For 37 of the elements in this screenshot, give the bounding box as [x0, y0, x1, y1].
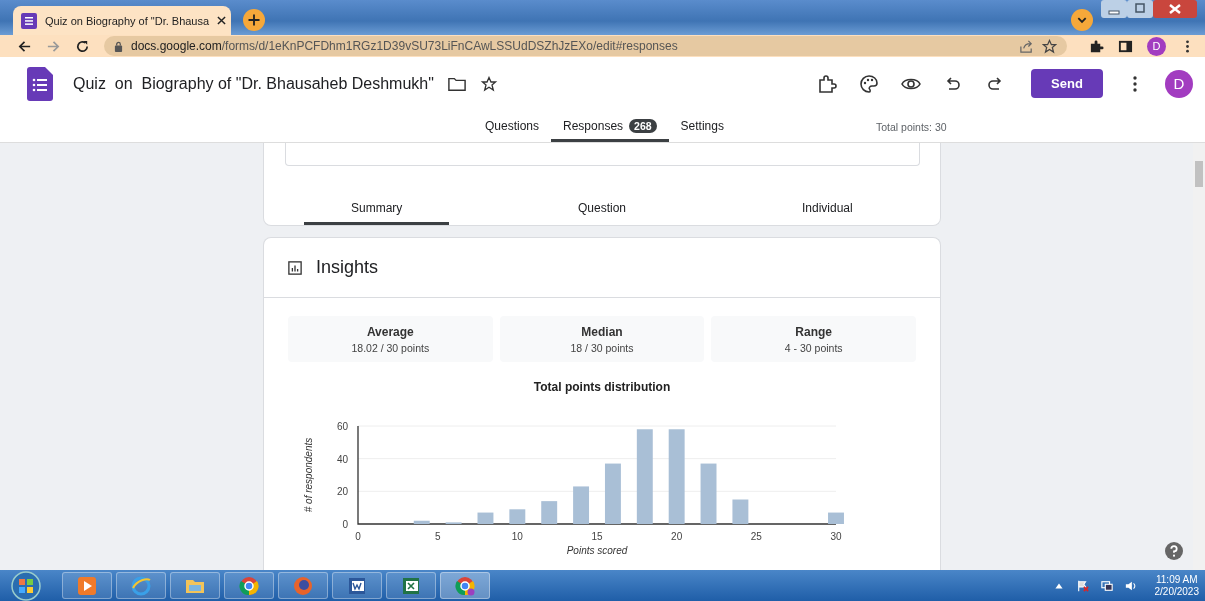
x-tick-label: 0	[355, 531, 361, 542]
tab-label: Responses	[563, 118, 624, 133]
stat-value: 4 - 30 points	[784, 341, 843, 354]
stat-label: Range	[795, 324, 832, 339]
count-badge: 268	[629, 118, 657, 133]
y-tick-label: 60	[336, 421, 348, 432]
account-avatar[interactable]: D	[1165, 69, 1193, 98]
y-axis-label: # of respondents	[303, 437, 314, 513]
profile-avatar[interactable]: D	[1147, 36, 1166, 56]
clock[interactable]: 11:09 AM 2/20/2023	[1154, 573, 1199, 598]
stat-label: Average	[366, 324, 414, 339]
send-button[interactable]: Send	[1031, 69, 1103, 98]
x-tick-label: 15	[591, 531, 603, 542]
form-title[interactable]: Quiz on Biography of "Dr. Bhausaheb Deshmukh"	[73, 74, 434, 93]
response-view-tab[interactable]: Question	[529, 192, 675, 225]
x-tick-label: 5	[434, 531, 441, 542]
x-tick-label: 25	[750, 531, 762, 542]
response-view-tab[interactable]: Summary	[304, 192, 450, 225]
stat-value: 18 / 30 points	[570, 341, 634, 354]
chart-title: Total points distribution	[532, 380, 672, 394]
form-tab[interactable]: Questions	[473, 112, 552, 142]
response-view-tab[interactable]: Individual	[754, 192, 900, 225]
x-tick-label: 20	[671, 531, 683, 542]
stat-value: 18.02 / 30 points	[351, 341, 430, 354]
y-tick-label: 40	[336, 453, 348, 465]
y-tick-label: 20	[336, 486, 348, 498]
x-axis-label: Points scored	[566, 545, 628, 556]
stat-label: Median	[581, 324, 623, 339]
x-tick-label: 30	[830, 531, 842, 542]
form-tab[interactable]: Settings	[668, 112, 736, 142]
insights-title: Insights	[316, 257, 379, 278]
browser-tab[interactable]: Quiz on Biography of "Dr. Bhausa	[13, 6, 231, 35]
x-tick-label: 10	[511, 531, 523, 542]
address-field[interactable]: docs.google.com/forms/d/1eKnPCFDhm1RGz1D39vSU73LiFnCAwLSSUdDSZhJzEXo/edit#responses	[104, 36, 1067, 56]
total-points: Total points: 30	[875, 121, 947, 133]
tab-title: Quiz on Biography of "Dr. Bhausa	[45, 14, 210, 27]
y-tick-label: 0	[342, 519, 348, 530]
